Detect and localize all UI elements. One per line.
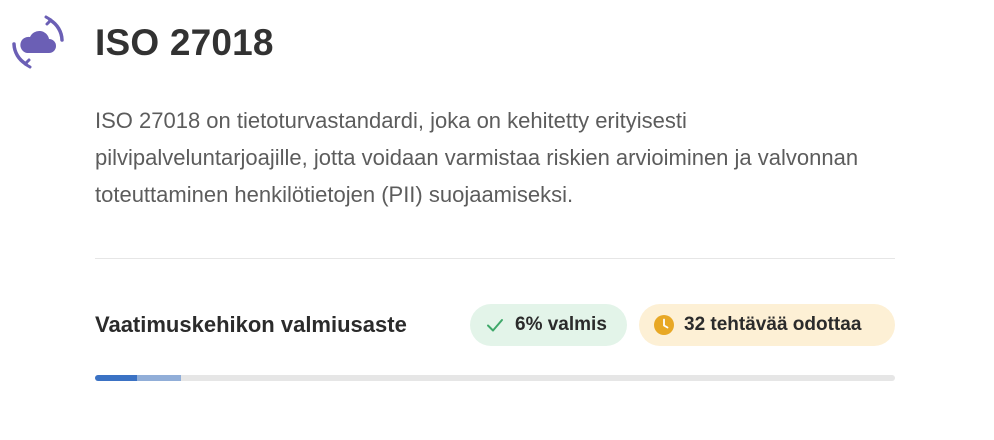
framework-description: ISO 27018 on tietoturvastandardi, joka o… [95, 108, 859, 207]
framework-card: ISO 27018 ISO 27018 on tietoturvastandar… [0, 0, 994, 440]
clock-icon [653, 314, 675, 336]
pending-tasks-text: 32 tehtävää odottaa [684, 314, 862, 335]
pending-tasks-badge: 32 tehtävää odottaa [639, 304, 895, 346]
cloud-sync-icon [12, 15, 64, 69]
readiness-progress-bar [95, 375, 895, 381]
readiness-label: Vaatimuskehikon valmiusaste [95, 312, 407, 337]
progress-in-progress-segment [137, 375, 181, 381]
progress-complete-segment [95, 375, 137, 381]
section-divider [95, 258, 895, 259]
page-title: ISO 27018 [95, 22, 274, 63]
check-icon [484, 314, 506, 336]
completion-badge: 6% valmis [470, 304, 627, 346]
completion-badge-text: 6% valmis [515, 314, 607, 335]
